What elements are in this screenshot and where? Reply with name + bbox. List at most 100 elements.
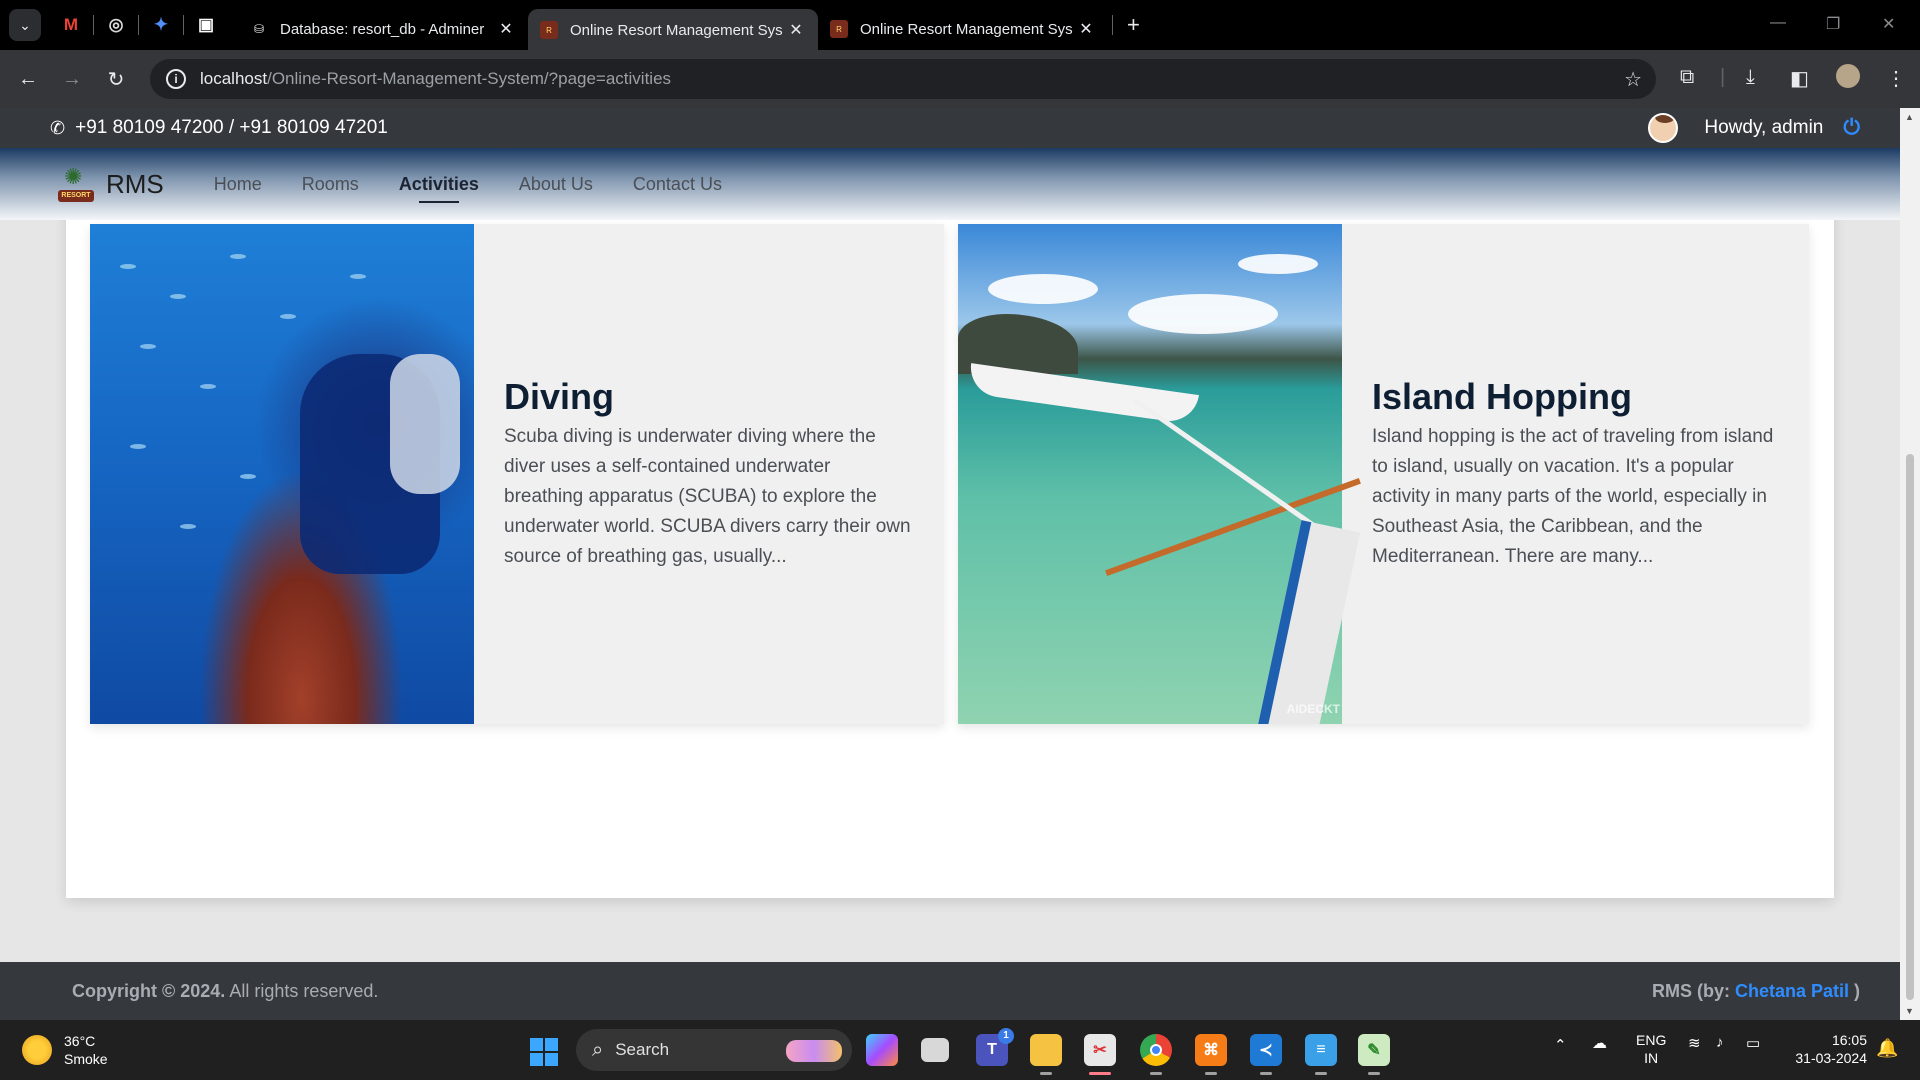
search-icon: ⌕ — [592, 1038, 604, 1061]
activity-card-diving[interactable]: Diving Scuba diving is underwater diving… — [90, 224, 944, 724]
page-footer: Copyright © 2024. All rights reserved. R… — [0, 962, 1900, 1020]
extensions-icon[interactable]: ⧉ — [1680, 66, 1694, 89]
activity-description: Scuba diving is underwater diving where … — [504, 426, 911, 567]
palm-tree-icon: ✺ — [64, 164, 83, 189]
island-hopping-image: AIDECKT — [958, 224, 1383, 724]
fish-shape — [140, 344, 156, 349]
nav-contact-us[interactable]: Contact Us — [633, 174, 722, 195]
battery-icon[interactable]: ▭ — [1746, 1034, 1760, 1052]
credit-prefix: RMS (by: — [1651, 980, 1735, 1001]
taskbar-search[interactable]: ⌕ Search — [576, 1029, 852, 1071]
author-link[interactable]: Chetana Patil — [1735, 981, 1849, 1001]
scroll-up-arrow-icon[interactable]: ▲ — [1905, 112, 1914, 122]
fish-shape — [180, 524, 196, 529]
site-info-icon[interactable]: i — [166, 69, 186, 89]
vscode-icon[interactable]: ≺ — [1250, 1034, 1282, 1075]
minimize-icon[interactable]: — — [1770, 14, 1786, 32]
cloud-shape — [1238, 254, 1318, 274]
activities-panel: Diving Scuba diving is underwater diving… — [66, 108, 1834, 898]
lang-top: ENG — [1636, 1032, 1667, 1048]
url-host: localhost — [200, 69, 268, 88]
tab-close-icon[interactable]: ✕ — [496, 19, 516, 39]
user-menu[interactable]: Howdy, admin ⏻ — [1648, 113, 1860, 143]
toolbar-separator: | — [1720, 66, 1726, 88]
tab-search-button[interactable]: ⌄ — [9, 9, 41, 41]
system-clock[interactable]: 16:05 31-03-2024 — [1785, 1031, 1867, 1067]
resort-logo[interactable]: ✺ RESORT — [56, 164, 96, 204]
notepad-plus-plus-icon[interactable]: ✎ — [1358, 1034, 1390, 1075]
tab-adminer[interactable]: ⛁ Database: resort_db - Adminer ✕ — [238, 9, 528, 49]
admin-avatar[interactable] — [1648, 113, 1679, 143]
diving-image — [90, 224, 474, 724]
weather-widget[interactable]: 36°C Smoke — [22, 1032, 108, 1068]
cloud-shape — [988, 274, 1098, 304]
scrollbar-thumb[interactable] — [1906, 454, 1914, 1000]
fish-shape — [230, 254, 246, 259]
image-watermark: AIDECKT — [1286, 702, 1340, 716]
show-hidden-icons-chevron-icon[interactable]: ⌃ — [1554, 1036, 1567, 1054]
address-bar[interactable]: i localhost/Online-Resort-Management-Sys… — [150, 59, 1656, 99]
url-path: /Online-Resort-Management-System/?page=a… — [267, 69, 672, 88]
url-text[interactable]: localhost/Online-Resort-Management-Syste… — [200, 69, 671, 89]
activity-title[interactable]: Diving — [504, 376, 914, 418]
new-tab-button[interactable]: + — [1127, 12, 1140, 38]
reload-icon[interactable]: ↻ — [94, 67, 138, 92]
wifi-icon[interactable]: ≋ — [1688, 1034, 1701, 1052]
nav-activities[interactable]: Activities — [399, 174, 479, 203]
input-language[interactable]: ENG IN — [1636, 1031, 1666, 1067]
nav-about-us[interactable]: About Us — [519, 174, 593, 195]
activity-body: Diving Scuba diving is underwater diving… — [474, 224, 944, 724]
brand-name[interactable]: RMS — [106, 169, 164, 200]
tab-close-icon[interactable]: ✕ — [786, 20, 806, 40]
fish-shape — [200, 384, 216, 389]
profile-avatar[interactable] — [1836, 64, 1860, 88]
teams-notification-badge: 1 — [998, 1028, 1014, 1044]
snipping-tool-icon[interactable]: ✂ — [1084, 1034, 1116, 1075]
back-icon[interactable]: ← — [6, 68, 50, 91]
copyright-text: Copyright © 2024. All rights reserved. — [72, 981, 378, 1002]
activity-title[interactable]: Island Hopping — [1372, 376, 1779, 418]
page-scrollbar[interactable]: ▲ ▼ — [1900, 108, 1920, 1020]
nav-home[interactable]: Home — [214, 174, 262, 195]
tab-close-icon[interactable]: ✕ — [1076, 19, 1096, 39]
scroll-down-arrow-icon[interactable]: ▼ — [1905, 1006, 1914, 1016]
browser-toolbar: ← → ↻ i localhost/Online-Resort-Manageme… — [0, 50, 1920, 108]
clock-date: 31-03-2024 — [1795, 1050, 1867, 1066]
credit-suffix: ) — [1849, 980, 1860, 1001]
resort-favicon-icon: R — [830, 20, 848, 38]
notepad-icon[interactable]: ≡ — [1305, 1034, 1337, 1075]
tab-activities[interactable]: R Online Resort Management Sys ✕ — [528, 9, 818, 51]
close-window-icon[interactable]: ✕ — [1882, 14, 1895, 34]
windows-start-icon[interactable] — [530, 1038, 558, 1066]
restore-icon[interactable]: ❐ — [1826, 14, 1840, 34]
logo-badge: RESORT — [58, 190, 94, 202]
xampp-icon[interactable]: ⌘ — [1195, 1034, 1227, 1075]
bookmark-star-icon[interactable]: ☆ — [1624, 67, 1642, 92]
pinned-tab-app[interactable]: ▣ — [184, 8, 228, 42]
gemini-pinned-tab[interactable]: ✦ — [139, 8, 183, 42]
phone-numbers: +91 80109 47200 / +91 80109 47201 — [75, 117, 388, 138]
tab-resort-2[interactable]: R Online Resort Management Sys ✕ — [818, 9, 1108, 49]
chatgpt-pinned-tab[interactable]: ◎ — [94, 8, 138, 42]
chrome-icon[interactable] — [1140, 1034, 1172, 1075]
downloads-icon[interactable]: ⤓ — [1746, 66, 1755, 89]
gmail-pinned-tab[interactable]: M — [49, 8, 93, 42]
volume-icon[interactable]: ♪ — [1716, 1034, 1724, 1051]
nav-rooms[interactable]: Rooms — [302, 174, 359, 195]
copyright-rest: All rights reserved. — [225, 980, 379, 1001]
notification-bell-icon[interactable]: 🔔 — [1876, 1038, 1898, 1059]
file-explorer-icon[interactable] — [1030, 1034, 1062, 1075]
greeting-text[interactable]: Howdy, admin — [1704, 117, 1823, 139]
forward-icon[interactable]: → — [50, 68, 94, 91]
onedrive-cloud-icon[interactable]: ☁ — [1592, 1034, 1607, 1052]
teams-icon[interactable]: T1 — [976, 1028, 1014, 1066]
task-view-icon[interactable] — [921, 1038, 949, 1062]
copilot-icon[interactable] — [866, 1034, 898, 1066]
logout-power-icon[interactable]: ⏻ — [1843, 116, 1860, 140]
side-panel-icon[interactable]: ◧ — [1790, 66, 1809, 91]
resort-favicon-icon: R — [540, 21, 558, 39]
chrome-menu-icon[interactable]: ⋮ — [1886, 66, 1906, 91]
activity-card-island-hopping[interactable]: AIDECKT Island Hopping Island hopping is… — [958, 224, 1809, 724]
fish-shape — [240, 474, 256, 479]
fish-shape — [130, 444, 146, 449]
